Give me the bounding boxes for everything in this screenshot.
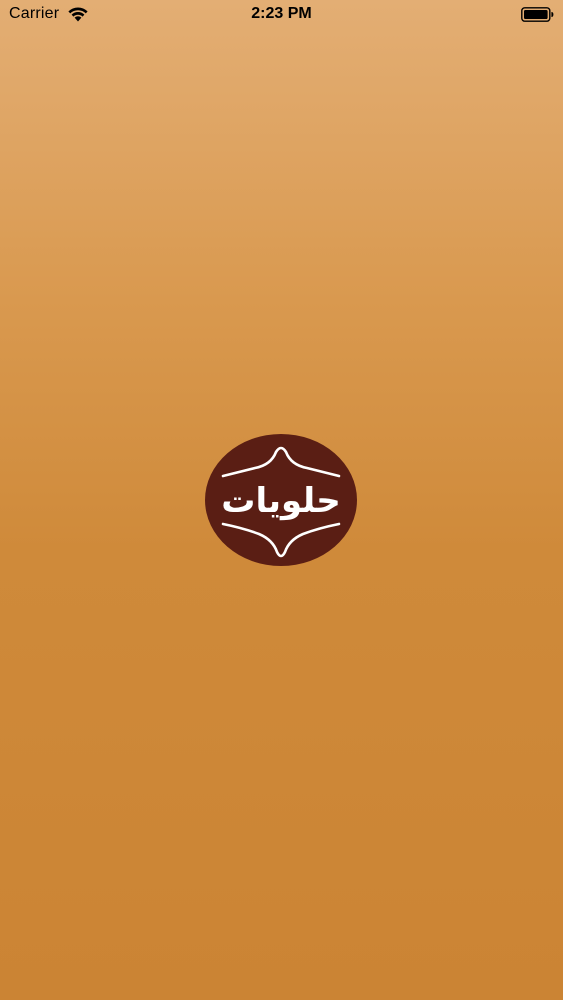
halawiyat-logo: حلويات — [205, 434, 357, 566]
status-bar: Carrier 2:23 PM — [0, 0, 563, 30]
battery-icon — [521, 7, 554, 22]
status-time: 2:23 PM — [251, 5, 312, 22]
splash-screen: Carrier 2:23 PM حلويات — [0, 0, 563, 1000]
logo-text: حلويات — [221, 481, 340, 521]
